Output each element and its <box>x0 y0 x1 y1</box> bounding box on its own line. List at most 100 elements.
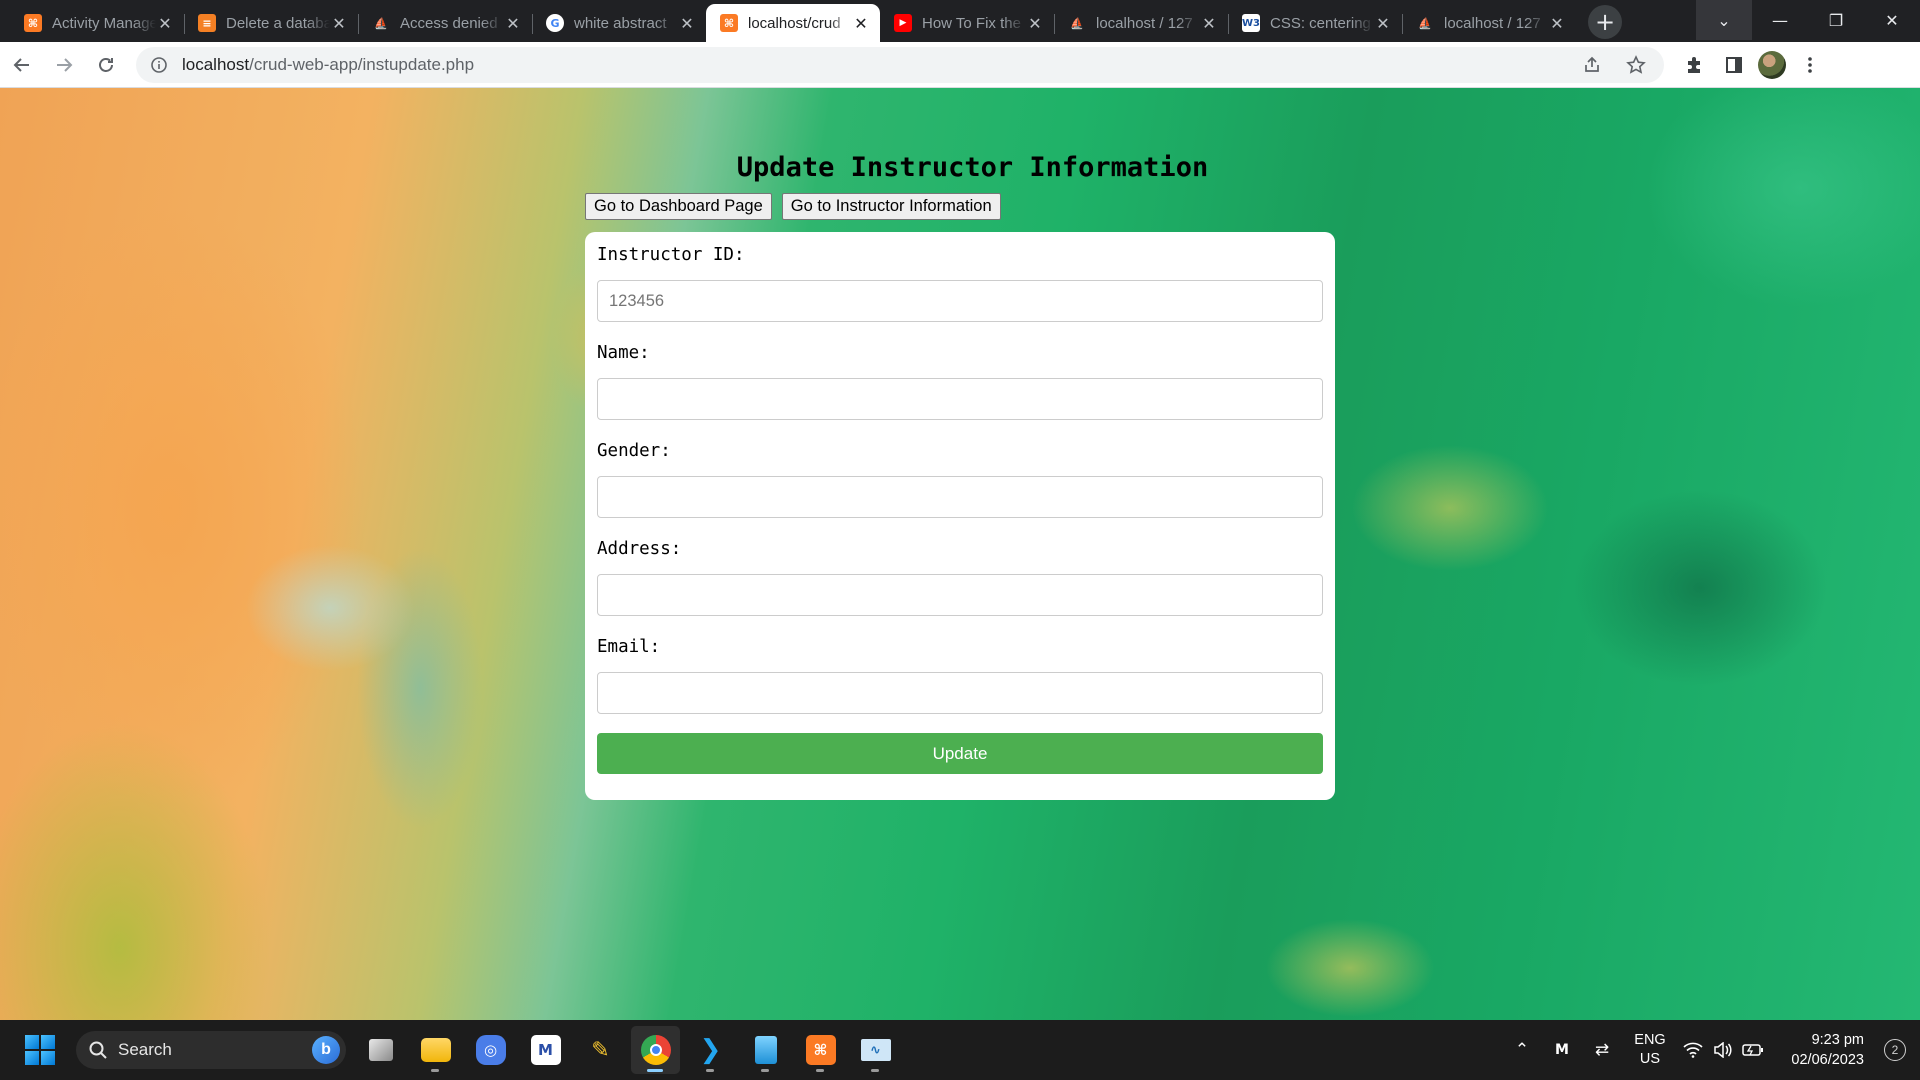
taskbar-search[interactable]: Search b <box>76 1031 346 1069</box>
instructor-id-label: Instructor ID: <box>597 245 745 265</box>
browser-tab-active[interactable]: ⌘ localhost/crud ✕ <box>706 4 880 42</box>
update-container: Update Instructor Information Go to Dash… <box>585 148 1335 800</box>
tab-title: Access denied <box>400 14 498 32</box>
phpmyadmin-icon: ⛵ <box>1418 16 1432 30</box>
browser-tab[interactable]: G white abstract ✕ <box>532 4 706 42</box>
instructor-info-button[interactable]: Go to Instructor Information <box>781 193 1001 220</box>
update-button[interactable]: Update <box>597 733 1323 774</box>
region-code: US <box>1639 1051 1661 1067</box>
bookmark-button[interactable] <box>1620 49 1652 81</box>
battery-icon[interactable] <box>1738 1030 1768 1070</box>
instructor-id-group: Instructor ID: <box>597 244 1323 322</box>
share-icon <box>1585 56 1599 72</box>
taskbar-notepad[interactable] <box>741 1026 790 1074</box>
profile-avatar[interactable] <box>1758 50 1786 79</box>
m-tray-icon[interactable]: M <box>1542 1030 1582 1070</box>
clock[interactable]: 9:23 pm 02/06/2023 <box>1768 1030 1872 1070</box>
task-view-button[interactable] <box>356 1026 405 1074</box>
new-tab-button[interactable]: + <box>1588 5 1622 39</box>
bing-icon[interactable]: b <box>312 1036 340 1064</box>
speaker-glyph <box>1714 1042 1732 1058</box>
instructor-id-input[interactable] <box>597 280 1323 322</box>
volume-icon[interactable] <box>1708 1030 1738 1070</box>
browser-tab[interactable]: ▶ How To Fix the ✕ <box>880 4 1054 42</box>
browser-tab[interactable]: ≡ Delete a database ✕ <box>184 4 358 42</box>
update-form: Instructor ID: Name: Gender: Address: Em… <box>585 232 1335 800</box>
taskbar-chat[interactable]: ◎ <box>466 1026 515 1074</box>
browser-tab[interactable]: W3 CSS: centering ✕ <box>1228 4 1402 42</box>
close-window-button[interactable]: ✕ <box>1864 0 1920 40</box>
taskbar-file-explorer[interactable] <box>411 1026 460 1074</box>
browser-toolbar: localhost/crud-web-app/instupdate.php <box>0 42 1920 88</box>
taskbar-chrome[interactable] <box>631 1026 680 1074</box>
url-path: /crud-web-app/instupdate.php <box>249 54 475 74</box>
start-button[interactable] <box>20 1030 60 1070</box>
search-icon <box>89 1041 107 1059</box>
search-label: Search <box>118 1040 172 1059</box>
dashboard-button[interactable]: Go to Dashboard Page <box>585 193 772 220</box>
taskbar-vscode[interactable]: ❯ <box>686 1026 735 1074</box>
extensions-button[interactable] <box>1678 49 1710 81</box>
wifi-icon[interactable] <box>1678 1030 1708 1070</box>
taskbar-monitor[interactable]: ∿ <box>851 1026 900 1074</box>
address-label: Address: <box>597 539 682 559</box>
tab-list: ⌘ Activity Manager ✕ ≡ Delete a database… <box>10 2 1576 42</box>
restore-button[interactable]: ❐ <box>1808 0 1864 40</box>
tab-title: Activity Manager <box>52 14 156 32</box>
tab-search-button[interactable]: ⌄ <box>1696 0 1752 40</box>
forward-button[interactable] <box>44 45 84 85</box>
back-button[interactable] <box>2 45 42 85</box>
close-icon[interactable]: ✕ <box>678 14 696 33</box>
tab-title: localhost / 127 <box>1096 14 1193 32</box>
side-panel-button[interactable] <box>1718 49 1750 81</box>
folder-icon <box>420 1038 451 1062</box>
page-nav: Go to Dashboard Page Go to Instructor In… <box>585 193 1335 220</box>
taskbar-app-m[interactable]: M <box>521 1026 570 1074</box>
windows-logo-icon <box>25 1051 39 1065</box>
tab-title: How To Fix the <box>922 14 1021 32</box>
close-icon[interactable]: ✕ <box>1548 14 1566 33</box>
close-icon[interactable]: ✕ <box>504 14 522 33</box>
arrow-left-icon <box>13 57 29 72</box>
chrome-icon <box>640 1035 671 1065</box>
email-input[interactable] <box>597 672 1323 714</box>
browser-tab[interactable]: ⛵ localhost / 127 ✕ <box>1054 4 1228 42</box>
gender-group: Gender: <box>597 440 1323 518</box>
browser-tab[interactable]: ⛵ Access denied ✕ <box>358 4 532 42</box>
taskbar-xampp[interactable]: ⌘ <box>796 1026 845 1074</box>
address-input[interactable] <box>597 574 1323 616</box>
minimize-button[interactable]: — <box>1752 0 1808 40</box>
browser-tab[interactable]: ⛵ localhost / 127 ✕ <box>1402 4 1576 42</box>
youtube-icon: ▶ <box>894 14 912 32</box>
close-icon[interactable]: ✕ <box>1200 14 1218 33</box>
reload-button[interactable] <box>86 45 126 85</box>
clock-time: 9:23 pm <box>1811 1032 1864 1048</box>
share-button[interactable] <box>1576 49 1608 81</box>
browser-tab[interactable]: ⌘ Activity Manager ✕ <box>10 4 184 42</box>
browser-menu-button[interactable] <box>1794 49 1826 81</box>
notepad-icon <box>754 1036 777 1064</box>
google-icon: G <box>546 14 564 32</box>
close-icon[interactable]: ✕ <box>1374 14 1392 33</box>
language-indicator[interactable]: ENG US <box>1622 1031 1678 1069</box>
network-transfer-icon[interactable]: ⇄ <box>1582 1030 1622 1070</box>
name-input[interactable] <box>597 378 1323 420</box>
address-bar[interactable]: localhost/crud-web-app/instupdate.php <box>136 46 1664 83</box>
page-title: Update Instructor Information <box>736 152 1209 183</box>
close-icon[interactable]: ✕ <box>156 14 174 33</box>
notification-badge[interactable]: 2 <box>1884 1039 1906 1061</box>
xampp-icon: ⌘ <box>720 14 738 32</box>
close-icon[interactable]: ✕ <box>330 14 348 33</box>
chat-icon: ◎ <box>475 1035 506 1065</box>
language-code: ENG <box>1634 1032 1666 1048</box>
reload-icon <box>99 57 113 72</box>
stackoverflow-icon: ≡ <box>198 14 216 32</box>
gender-input[interactable] <box>597 476 1323 518</box>
close-icon[interactable]: ✕ <box>1026 14 1044 33</box>
arrow-right-icon <box>57 57 73 72</box>
taskbar-app-pencil[interactable]: ✎ <box>576 1026 625 1074</box>
chevron-up-icon[interactable]: ⌃ <box>1502 1030 1542 1070</box>
running-indicator <box>647 1069 663 1072</box>
close-icon[interactable]: ✕ <box>852 14 870 33</box>
running-indicator <box>761 1069 769 1072</box>
